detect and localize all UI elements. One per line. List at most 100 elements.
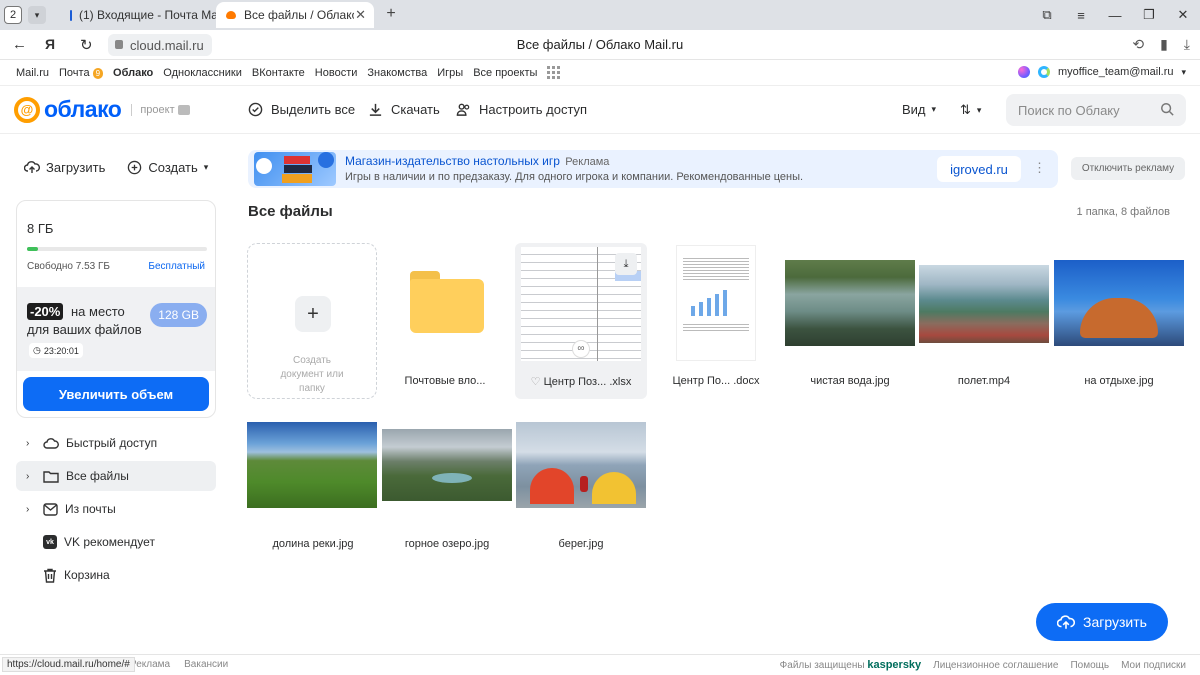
portal-link-all-projects[interactable]: Все проекты	[473, 67, 537, 79]
chevron-right-icon[interactable]: ›	[26, 438, 36, 449]
cloud-favicon-icon	[226, 11, 236, 19]
file-name: ♡ Центр Поз... .xlsx	[515, 375, 647, 388]
users-icon	[456, 103, 470, 116]
footer-link-help[interactable]: Помощь	[1070, 660, 1109, 671]
sidebar-item-all-files[interactable]: › Все файлы	[16, 461, 216, 491]
upload-fab-button[interactable]: Загрузить	[1036, 603, 1168, 641]
file-name: долина реки.jpg	[272, 538, 354, 550]
tab-title: (1) Входящие - Почта Mail.ru	[79, 8, 216, 22]
sidebar-item-label: Из почты	[65, 502, 116, 516]
file-card-image[interactable]: на отдыхе.jpg	[1053, 243, 1185, 399]
file-card-image[interactable]: берег.jpg	[515, 420, 647, 560]
file-card-docx[interactable]: Центр По... .docx	[650, 243, 782, 399]
file-card-video[interactable]: полет.mp4	[918, 243, 1050, 399]
ad-banner[interactable]: Магазин-издательство настольных игр Рекл…	[248, 150, 1058, 188]
increase-storage-button[interactable]: Увеличить объем	[23, 377, 209, 411]
portal-link-mailru[interactable]: Mail.ru	[16, 67, 49, 79]
link-icon: ∞	[572, 340, 590, 358]
download-icon[interactable]: ⤓	[615, 253, 637, 275]
portal-link-mail[interactable]: Почта 9	[59, 67, 104, 79]
sidebar-item-quick-access[interactable]: › Быстрый доступ	[16, 428, 216, 458]
tab-cloud[interactable]: Все файлы / Облако Mail.ru ✕	[216, 2, 374, 28]
portal-link-news[interactable]: Новости	[315, 67, 358, 79]
ad-title[interactable]: Магазин-издательство настольных игр Рекл…	[345, 154, 609, 168]
download-icon[interactable]: ⤓	[1184, 36, 1190, 53]
portal-link-games[interactable]: Игры	[437, 67, 463, 79]
browser-tab-bar: 2 ▾ (1) Входящие - Почта Mail.ru Все фай…	[0, 0, 1200, 30]
translate-icon[interactable]: ⟲	[1132, 36, 1144, 53]
file-name: полет.mp4	[957, 375, 1011, 387]
search-input[interactable]	[1006, 94, 1186, 126]
file-card-image[interactable]: долина реки.jpg	[247, 420, 379, 560]
file-card-folder[interactable]: Почтовые вло...	[379, 243, 511, 399]
new-tab-button[interactable]: +	[382, 5, 400, 23]
storage-size: 8 ГБ	[27, 221, 54, 236]
ad-site-button[interactable]: igroved.ru	[937, 156, 1021, 182]
footer-link-subscriptions[interactable]: Мои подписки	[1121, 660, 1186, 671]
file-name: чистая вода.jpg	[810, 375, 890, 387]
folder-icon	[410, 271, 484, 333]
create-doc-tile[interactable]: + Создать документ или папку	[247, 243, 377, 399]
restore-icon[interactable]: ❐	[1132, 7, 1166, 23]
promo-discount: -20%	[27, 303, 64, 320]
search-icon[interactable]	[1160, 102, 1174, 116]
disable-ads-button[interactable]: Отключить рекламу	[1071, 157, 1185, 180]
bookmarks-icon[interactable]: ⧉	[1030, 7, 1064, 23]
file-card-image[interactable]: горное озеро.jpg	[381, 420, 513, 560]
select-all-button[interactable]: Выделить все	[248, 102, 355, 117]
select-all-label: Выделить все	[271, 102, 356, 117]
footer-link-license[interactable]: Лицензионное соглашение	[933, 660, 1058, 671]
file-name: берег.jpg	[558, 538, 604, 550]
create-button[interactable]: Создать ▾	[127, 160, 208, 175]
chevron-down-icon[interactable]: ▾	[1181, 67, 1186, 78]
apps-grid-icon[interactable]	[547, 66, 561, 79]
portal-link-cloud[interactable]: Облако	[113, 67, 153, 79]
promo-size-badge: 128 GB	[150, 303, 207, 327]
sidebar-item-label: VK рекомендует	[64, 535, 155, 549]
sort-button[interactable]: ⇅ ▾	[960, 102, 981, 118]
share-access-button[interactable]: Настроить доступ	[456, 102, 587, 117]
more-vertical-icon[interactable]: ⋮	[1033, 160, 1046, 176]
sidebar-item-vk-recommends[interactable]: vk VK рекомендует	[16, 527, 216, 557]
plus-circle-icon	[128, 160, 142, 174]
tab-menu-icon[interactable]: ▾	[28, 6, 46, 24]
folder-count: 1 папка, 8 файлов	[1076, 206, 1170, 218]
storage-plan-link[interactable]: Бесплатный	[148, 261, 205, 272]
user-email[interactable]: myoffice_team@mail.ru	[1058, 66, 1174, 78]
menu-icon[interactable]: ≡	[1064, 8, 1098, 23]
view-button[interactable]: Вид ▾	[902, 102, 936, 117]
mail-favicon-icon	[70, 9, 72, 21]
files-protected: Файлы защищены kaspersky	[780, 659, 922, 671]
close-window-icon[interactable]: ✕	[1166, 7, 1200, 23]
sidebar-item-from-mail[interactable]: › Из почты	[16, 494, 216, 524]
promo-timer-value: 23:20:01	[43, 345, 79, 356]
tab-title: Все файлы / Облако Mail.ru	[244, 8, 354, 22]
close-tab-icon[interactable]: ✕	[355, 7, 366, 23]
sidebar-item-label: Быстрый доступ	[66, 436, 158, 450]
page-title: Все файлы / Облако Mail.ru	[516, 37, 684, 52]
tab-mail[interactable]: (1) Входящие - Почта Mail.ru	[60, 2, 216, 28]
cloud-logo[interactable]: @ облако проект	[14, 96, 190, 123]
chevron-down-icon: ▾	[203, 161, 209, 172]
logo-project: проект	[131, 103, 190, 116]
portal-link-vk[interactable]: ВКонтакте	[252, 67, 305, 79]
file-card-image[interactable]: чистая вода.jpg	[784, 243, 916, 399]
chevron-down-icon: ▾	[931, 104, 937, 114]
heart-icon[interactable]: ♡	[531, 376, 541, 388]
footer-link-ads[interactable]: Реклама	[130, 659, 170, 670]
portal-link-dating[interactable]: Знакомства	[367, 67, 427, 79]
file-card-xlsx[interactable]: ⤓ ∞ ♡ Центр Поз... .xlsx	[515, 243, 647, 399]
chevron-right-icon[interactable]: ›	[26, 504, 36, 515]
tab-count[interactable]: 2	[4, 6, 22, 24]
minimize-icon[interactable]: —	[1098, 8, 1132, 23]
chevron-right-icon[interactable]: ›	[26, 471, 36, 482]
upload-label: Загрузить	[46, 159, 106, 175]
download-button[interactable]: Скачать	[368, 102, 440, 117]
upload-button[interactable]: Загрузить	[24, 160, 105, 175]
assistant-icon[interactable]	[1017, 66, 1030, 78]
footer-link-jobs[interactable]: Вакансии	[184, 659, 228, 670]
portal-link-ok[interactable]: Одноклассники	[163, 67, 242, 79]
bookmark-icon[interactable]: ▮	[1160, 36, 1168, 53]
status-bar-url: https://cloud.mail.ru/home/#	[2, 657, 135, 672]
sidebar-item-trash[interactable]: Корзина	[16, 560, 216, 590]
